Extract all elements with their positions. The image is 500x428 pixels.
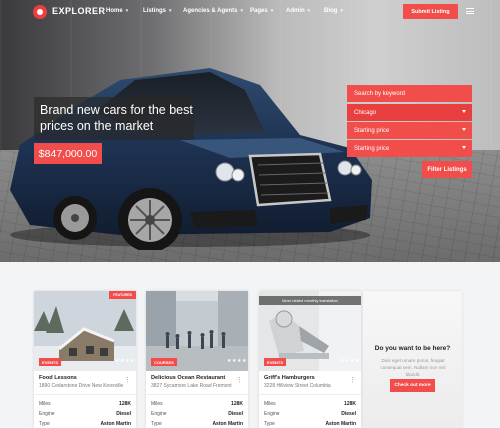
spec-row: Engine Diesel [264, 411, 356, 420]
check-out-more-button[interactable]: Check out more [390, 379, 435, 392]
spec-label: Miles [264, 401, 276, 407]
spec-value: 128K [231, 401, 243, 407]
nav-item-label: Pages [250, 8, 268, 14]
promo-banner: Most visited monthly translation [259, 296, 361, 305]
spec-value: 128K [344, 401, 356, 407]
spec-row: Miles 128K [39, 401, 131, 410]
spec-value: Diesel [228, 411, 243, 417]
spec-label: Engine [39, 411, 55, 417]
nav-item-label: Home [106, 8, 123, 14]
listing-title[interactable]: Food Lessons [39, 375, 77, 381]
listing-address: 3827 Sycamore Lake Road Fremont [151, 383, 232, 389]
spec-row: Engine Diesel [39, 411, 131, 420]
chevron-down-icon [462, 146, 466, 149]
cta-title: Do you want to be here? [374, 345, 451, 352]
chevron-down-icon [462, 110, 466, 113]
divider [34, 394, 136, 395]
nav-item-label: Listings [143, 8, 167, 14]
spec-value: Aston Martin [325, 421, 356, 427]
chevron-down-icon: ▾ [169, 8, 172, 14]
spec-label: Type [151, 421, 162, 427]
submit-listing-button[interactable]: Submit Listing [403, 4, 458, 19]
nav-item-blog[interactable]: Blog ▾ [324, 8, 343, 14]
top-navigation: EXPLORER Home ▾ Listings ▾ Agencies & Agen… [0, 0, 500, 26]
search-keyword-input[interactable]: Search by keyword [347, 85, 472, 102]
nav-item-agencies[interactable]: Agencies & Agents ▾ [183, 8, 243, 14]
starting-price-label: Starting price [354, 145, 390, 152]
listing-address: 1890 Cedarstone Drive New Knoxville [39, 383, 124, 389]
more-options-icon[interactable]: ⋮ [124, 376, 131, 384]
chevron-down-icon: ▾ [125, 8, 129, 14]
chevron-down-icon: ▾ [307, 8, 311, 14]
category-badge[interactable]: COURSES [151, 358, 177, 366]
hero-section: EXPLORER Home ▾ Listings ▾ Agencies & Agen… [0, 0, 500, 262]
spec-label: Miles [39, 401, 51, 407]
listing-title[interactable]: Griff's Hamburgers [264, 375, 315, 381]
brand-logo-text[interactable]: EXPLORER [52, 6, 106, 16]
starting-price-select-2[interactable]: Starting price [347, 140, 472, 157]
spec-label: Type [264, 421, 275, 427]
nav-item-pages[interactable]: Pages ▾ [250, 8, 273, 14]
spec-row: Type Aston Martin [39, 421, 131, 428]
divider [146, 394, 248, 395]
search-keyword-placeholder: Search by keyword [354, 90, 406, 97]
spec-row: Miles 128K [264, 401, 356, 410]
nav-item-listings[interactable]: Listings ▾ [143, 8, 172, 14]
listing-card[interactable]: COURSES ★★★★☆ Delicious Ocean Restaurant… [146, 291, 248, 428]
featured-ribbon: FEATURED [109, 291, 136, 299]
advertise-cta-card: Do you want to be here? Duis eget ornare… [363, 291, 462, 428]
spec-value: 128K [119, 401, 131, 407]
rating-stars: ★★★★☆ [340, 358, 361, 364]
spec-row: Engine Diesel [151, 411, 243, 420]
spec-label: Engine [264, 411, 280, 417]
spec-label: Miles [151, 401, 163, 407]
nav-item-home[interactable]: Home ▾ [106, 8, 128, 14]
nav-item-admin[interactable]: Admin ▾ [286, 8, 310, 14]
more-options-icon[interactable]: ⋮ [236, 376, 243, 384]
rating-stars: ★★★★☆ [227, 358, 248, 364]
cta-description: Duis eget ornare purus, feugiat consequa… [380, 358, 446, 377]
listing-card[interactable]: FEATURED EVENTS ★★★★☆ Food Lessons 1890 … [34, 291, 136, 428]
chevron-down-icon [462, 128, 466, 131]
chevron-down-icon: ▾ [270, 8, 274, 14]
listing-address: 3228 Hillview Street Columbia [264, 383, 331, 389]
rating-stars: ★★★★☆ [115, 358, 136, 364]
hero-price-tag: $847,000.00 [34, 143, 102, 164]
listing-card[interactable]: Most visited monthly translation EVENTS … [259, 291, 361, 428]
spec-row: Miles 128K [151, 401, 243, 410]
spec-value: Diesel [341, 411, 356, 417]
category-badge[interactable]: EVENTS [39, 358, 62, 366]
hero-headline: Brand new cars for the best prices on th… [34, 97, 194, 140]
nav-item-label: Admin [286, 8, 305, 14]
location-select[interactable]: Chicago [347, 104, 472, 121]
spec-row: Type Aston Martin [151, 421, 243, 428]
spec-value: Diesel [116, 411, 131, 417]
category-badge[interactable]: EVENTS [264, 358, 287, 366]
chevron-down-icon: ▾ [340, 8, 343, 14]
more-options-icon[interactable]: ⋮ [349, 376, 356, 384]
spec-value: Aston Martin [100, 421, 131, 427]
hamburger-menu-icon[interactable] [466, 8, 474, 14]
filter-listings-button[interactable]: Filter Listings [422, 161, 472, 178]
location-value: Chicago [354, 109, 377, 116]
spec-label: Type [39, 421, 50, 427]
nav-item-label: Agencies & Agents [183, 8, 238, 14]
divider [259, 394, 361, 395]
starting-price-select-1[interactable]: Starting price [347, 122, 472, 139]
spec-value: Aston Martin [212, 421, 243, 427]
logo-pin-icon[interactable] [33, 5, 47, 19]
chevron-down-icon: ▾ [240, 8, 243, 14]
listing-title[interactable]: Delicious Ocean Restaurant [151, 375, 225, 381]
starting-price-label: Starting price [354, 127, 390, 134]
spec-row: Type Aston Martin [264, 421, 356, 428]
spec-label: Engine [151, 411, 167, 417]
nav-item-label: Blog [324, 8, 338, 14]
